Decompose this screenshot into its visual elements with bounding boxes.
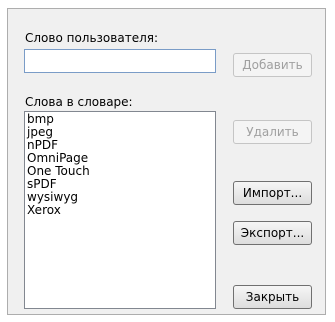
dictionary-word-list[interactable]: bmp jpeg nPDF OmniPage One Touch sPDF wysiwyg X… bbox=[24, 111, 216, 309]
dictionary-words-label: Слова в словаре: bbox=[25, 95, 133, 109]
user-word-label: Слово пользователя: bbox=[25, 31, 159, 45]
export-button[interactable]: Экспорт... bbox=[233, 221, 312, 245]
import-button[interactable]: Импорт... bbox=[233, 181, 312, 205]
remove-button[interactable]: Удалить bbox=[233, 120, 312, 144]
list-item[interactable]: bmp bbox=[27, 113, 213, 126]
dictionary-dialog: Слово пользователя: Добавить Слова в сло… bbox=[7, 8, 326, 315]
close-button[interactable]: Закрыть bbox=[233, 285, 312, 309]
add-button[interactable]: Добавить bbox=[233, 53, 312, 77]
user-word-input[interactable] bbox=[24, 49, 216, 73]
list-item[interactable]: Xerox bbox=[27, 204, 213, 217]
